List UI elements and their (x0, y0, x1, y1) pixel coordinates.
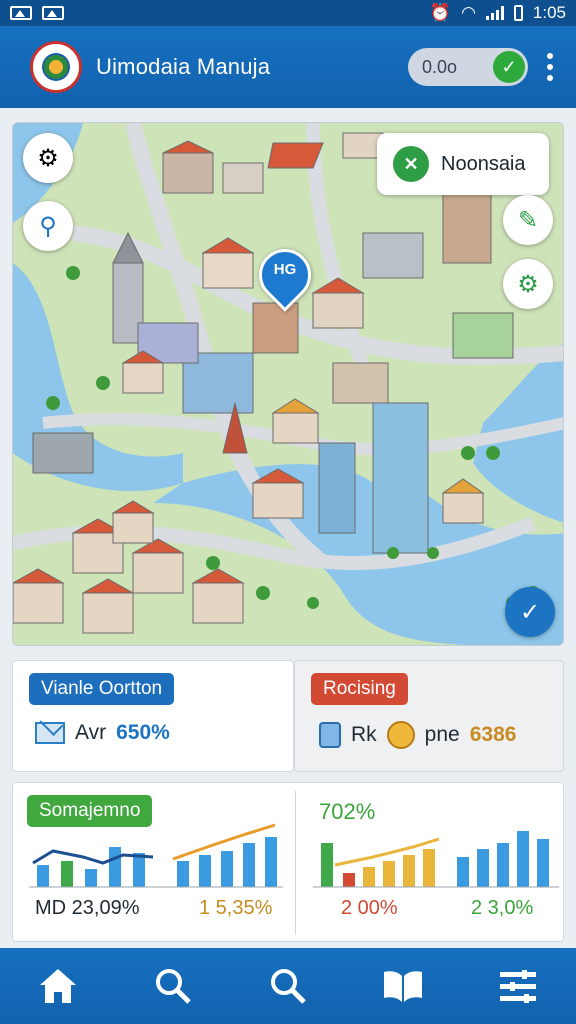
menu-icon[interactable] (486, 954, 550, 1018)
clock: 1:05 (532, 3, 566, 22)
gallery-icon (42, 6, 64, 20)
city-map[interactable]: ⚙ ⚲ ✕ Noonsaia ✎ ⚙ HG ✓ (12, 122, 564, 646)
map-illustration (13, 123, 563, 645)
metric-value: 6386 (469, 723, 517, 746)
bottom-nav (0, 948, 576, 1024)
summary-card[interactable]: Somajemno 702% MD 23,09% 1 5,35% 2 00% 2… (12, 782, 564, 942)
navigate-icon[interactable]: ✓ (505, 587, 555, 637)
overview-badge: Vianle Oortton (29, 673, 175, 705)
status-bar: ⏰ ◠ 1:05 (0, 0, 576, 26)
search-icon[interactable] (141, 954, 205, 1018)
metric-value: 650% (116, 721, 170, 744)
mode-toggle[interactable]: 0.0o ✓ (408, 48, 528, 86)
headline-percent: 702% (319, 799, 376, 824)
app-bar: Uimodaia Manuja 0.0o ✓ (0, 26, 576, 108)
book-icon[interactable] (371, 954, 435, 1018)
battery-icon (513, 5, 523, 21)
coin-icon (386, 721, 415, 749)
overview-metric: Avr 650% (35, 721, 170, 745)
toggle-label: 0.0o (422, 56, 458, 77)
home-icon[interactable] (26, 954, 90, 1018)
map-pin-label: HG (273, 261, 297, 278)
wifi-icon: ◠ (461, 3, 476, 22)
app-title: Uimodaia Manuja (96, 54, 271, 79)
left-mini-chart (29, 823, 283, 888)
app-logo (30, 41, 82, 93)
processing-badge: Rocising (311, 673, 408, 705)
signal-icon (485, 6, 504, 20)
left-footer-1: MD 23,09% (35, 897, 140, 919)
summary-charts (29, 823, 559, 888)
metric-label: Avr (75, 721, 107, 744)
overview-card[interactable]: Vianle Oortton Avr 650% (12, 660, 294, 772)
summary-divider (295, 791, 296, 935)
edit-route-icon[interactable]: ✎ (503, 195, 553, 245)
mail-icon (35, 722, 65, 744)
map-chip-label: Noonsaia (441, 152, 526, 175)
explore-search-icon[interactable] (256, 954, 320, 1018)
image-icon (10, 6, 32, 20)
metric-label-2: pne (424, 723, 460, 746)
database-icon (319, 722, 341, 748)
location-settings-icon[interactable]: ⚙ (23, 133, 73, 183)
more-options-icon[interactable] (546, 53, 554, 81)
alarm-icon: ⏰ (429, 3, 452, 22)
gear-icon[interactable]: ⚙ (503, 259, 553, 309)
right-mini-chart (313, 831, 559, 888)
processing-card[interactable]: Rocising Rk pne 6386 (294, 660, 564, 772)
processing-metric: Rk pne 6386 (319, 721, 516, 749)
map-mode-chip[interactable]: ✕ Noonsaia (377, 133, 549, 195)
compass-icon: ✕ (393, 146, 429, 182)
left-footer-2: 1 5,35% (199, 897, 273, 919)
right-footer-1: 2 00% (341, 897, 398, 919)
right-footer-2: 2 3,0% (471, 897, 534, 919)
check-icon: ✓ (493, 51, 525, 83)
metric-label-1: Rk (351, 723, 377, 746)
user-location-icon[interactable]: ⚲ (23, 201, 73, 251)
